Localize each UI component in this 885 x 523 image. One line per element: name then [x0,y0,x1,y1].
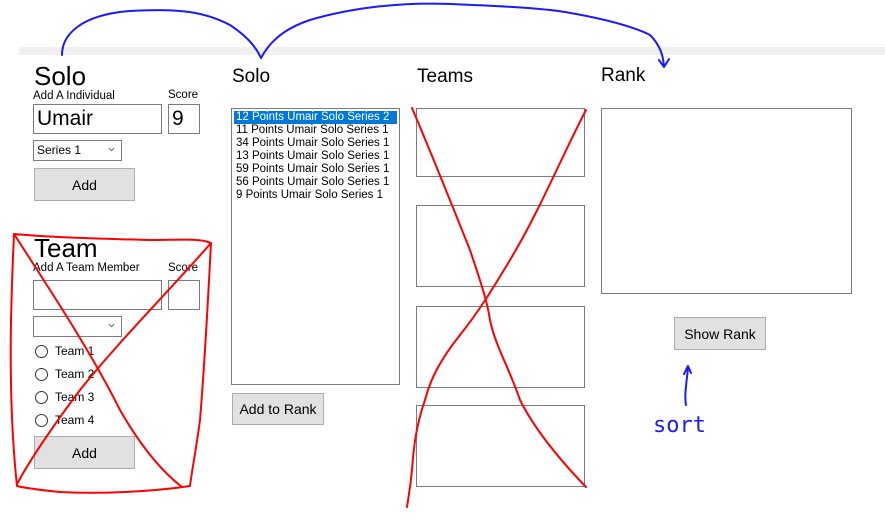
add-to-rank-button[interactable]: Add to Rank [232,393,324,425]
solo-add-button[interactable]: Add [34,168,135,201]
blue-arc-list-to-rank [260,2,665,67]
solo-list-item[interactable]: 34 Points Umair Solo Series 1 [234,137,397,150]
team-3-radio[interactable]: Team 3 [35,390,94,404]
solo-list-item[interactable]: 12 Points Umair Solo Series 2 [234,111,397,124]
team-4-radio[interactable]: Team 4 [35,413,94,427]
show-rank-button[interactable]: Show Rank [674,317,766,350]
chevron-down-icon [108,323,115,328]
solo-list-item[interactable]: 9 Points Umair Solo Series 1 [234,189,397,202]
team-panel-4[interactable] [416,405,585,487]
solo-list-item[interactable]: 13 Points Umair Solo Series 1 [234,150,397,163]
solo-score-input[interactable]: 9 [168,104,200,134]
team-panel-3[interactable] [416,306,585,388]
team-member-name-input[interactable] [33,280,162,310]
teams-title: Teams [417,66,473,87]
individual-name-input[interactable]: Umair [33,104,162,134]
solo-series-value: Series 1 [37,143,82,157]
radio-circle-icon [35,367,48,381]
team-1-label: Team 1 [55,344,95,358]
team-score-input[interactable] [168,280,200,310]
team-series-select[interactable] [33,316,122,337]
solo-series-select[interactable]: Series 1 [33,140,122,161]
radio-circle-icon [35,390,48,404]
add-individual-label: Add A Individual [33,90,115,102]
solo-entry-title: Solo [34,61,87,91]
solo-list-item[interactable]: 59 Points Umair Solo Series 1 [234,163,397,176]
sort-note: sort [653,413,706,438]
solo-score-label: Score [168,89,199,101]
team-1-radio[interactable]: Team 1 [35,344,94,358]
solo-listbox[interactable]: 12 Points Umair Solo Series 2 11 Points U… [231,108,400,385]
arrow-up-icon [683,365,692,406]
team-4-label: Team 4 [55,413,95,427]
title-strip [19,47,885,55]
solo-list-item[interactable]: 11 Points Umair Solo Series 1 [234,124,397,137]
rank-listbox[interactable] [601,108,852,294]
solo-list-title: Solo [232,66,271,87]
chevron-down-icon [108,147,115,152]
team-add-button[interactable]: Add [34,436,135,469]
radio-circle-icon [35,344,48,358]
arrow-head-icon [658,58,670,68]
team-score-label: Score [168,262,199,274]
team-entry-title: Team [34,233,98,263]
radio-circle-icon [35,413,48,427]
team-3-label: Team 3 [55,390,95,404]
solo-list-item[interactable]: 56 Points Umair Solo Series 1 [234,176,397,189]
team-2-radio[interactable]: Team 2 [35,367,94,381]
team-panel-2[interactable] [416,205,585,287]
rank-title: Rank [601,65,646,86]
add-team-member-label: Add A Team Member [33,262,140,274]
team-panel-1[interactable] [416,108,585,177]
team-2-label: Team 2 [55,367,95,381]
